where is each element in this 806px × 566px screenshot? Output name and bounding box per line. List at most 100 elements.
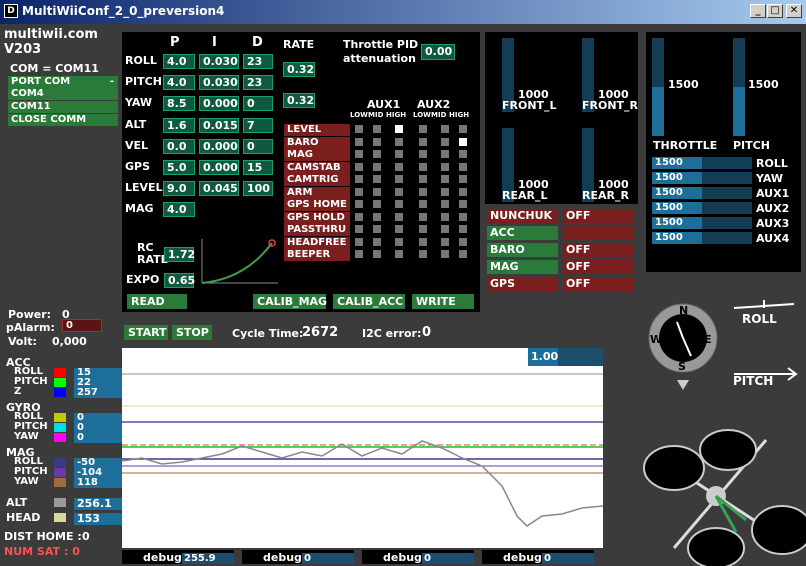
aux-checkbox[interactable] — [441, 175, 449, 183]
aux-checkbox[interactable] — [441, 125, 449, 133]
read-button[interactable]: READ — [127, 294, 187, 309]
aux-checkbox[interactable] — [355, 175, 363, 183]
aux-checkbox[interactable] — [355, 187, 363, 196]
aux-checkbox[interactable] — [419, 175, 427, 183]
aux-checkbox[interactable] — [441, 237, 449, 246]
aux-checkbox[interactable] — [373, 150, 381, 158]
aux-checkbox[interactable] — [395, 137, 403, 146]
port-com-button[interactable]: PORT COM - — [8, 76, 118, 88]
pid-d-input[interactable]: 100 — [243, 181, 273, 197]
rate-input-yaw[interactable]: 0.32 — [283, 93, 315, 108]
aux-checkbox[interactable] — [419, 150, 427, 158]
pid-p-input[interactable]: 4.0 — [163, 202, 195, 218]
aux-checkbox[interactable] — [395, 150, 403, 158]
aux-checkbox[interactable] — [419, 237, 427, 246]
calib-mag-button[interactable]: CALIB_MAG — [253, 294, 327, 309]
pid-i-input[interactable]: 0.030 — [199, 75, 239, 91]
aux-checkbox[interactable] — [419, 225, 427, 233]
maximize-button[interactable]: □ — [767, 4, 783, 18]
aux-checkbox[interactable] — [441, 225, 449, 233]
close-button[interactable]: ✕ — [786, 4, 802, 18]
aux-checkbox[interactable] — [441, 137, 449, 146]
aux-checkbox[interactable] — [373, 200, 381, 208]
aux-checkbox[interactable] — [459, 125, 467, 133]
aux-checkbox[interactable] — [459, 175, 467, 183]
aux-checkbox[interactable] — [355, 237, 363, 246]
pid-d-input[interactable]: 0 — [243, 96, 273, 112]
pid-d-input[interactable]: 7 — [243, 117, 273, 133]
aux-checkbox[interactable] — [395, 187, 403, 196]
pid-p-input[interactable]: 9.0 — [163, 181, 195, 197]
aux-checkbox[interactable] — [355, 212, 363, 221]
sensor-swatch[interactable] — [54, 478, 66, 487]
aux-checkbox[interactable] — [441, 200, 449, 208]
pid-i-input[interactable]: 0.000 — [199, 138, 239, 154]
aux-checkbox[interactable] — [395, 200, 403, 208]
minimize-button[interactable]: _ — [750, 4, 766, 18]
aux-checkbox[interactable] — [419, 212, 427, 221]
throttle-pid-input[interactable]: 0.00 — [421, 44, 455, 60]
aux-checkbox[interactable] — [395, 162, 403, 171]
com-port-item[interactable]: COM11 — [8, 101, 118, 113]
sensor-swatch[interactable] — [54, 388, 66, 397]
aux-checkbox[interactable] — [459, 162, 467, 171]
aux-checkbox[interactable] — [373, 225, 381, 233]
close-comm-button[interactable]: CLOSE COMM — [8, 114, 118, 126]
pid-d-input[interactable]: 23 — [243, 75, 273, 91]
write-button[interactable]: WRITE — [412, 294, 474, 309]
aux-checkbox[interactable] — [373, 187, 381, 196]
rate-input-roll-pitch[interactable]: 0.32 — [283, 62, 315, 77]
aux-checkbox[interactable] — [441, 162, 449, 171]
aux-checkbox[interactable] — [395, 175, 403, 183]
aux-checkbox[interactable] — [355, 162, 363, 171]
sensor-swatch[interactable] — [54, 468, 66, 477]
pid-i-input[interactable]: 0.030 — [199, 54, 239, 69]
aux-checkbox[interactable] — [395, 212, 403, 221]
aux-checkbox[interactable] — [373, 125, 381, 133]
pid-p-input[interactable]: 1.6 — [163, 117, 195, 133]
aux-checkbox[interactable] — [373, 137, 381, 146]
pid-d-input[interactable]: 15 — [243, 160, 273, 175]
pid-p-input[interactable]: 8.5 — [163, 96, 195, 112]
aux-checkbox[interactable] — [355, 250, 363, 258]
aux-checkbox[interactable] — [373, 237, 381, 246]
aux-checkbox[interactable] — [395, 250, 403, 258]
stop-button[interactable]: STOP — [172, 325, 212, 340]
sensor-swatch[interactable] — [54, 368, 66, 377]
aux-checkbox[interactable] — [355, 150, 363, 158]
aux-checkbox[interactable] — [373, 250, 381, 258]
pid-d-input[interactable]: 23 — [243, 54, 273, 69]
pid-i-input[interactable]: 0.000 — [199, 96, 239, 112]
aux-checkbox[interactable] — [355, 225, 363, 233]
pid-d-input[interactable]: 0 — [243, 138, 273, 154]
aux-checkbox[interactable] — [419, 200, 427, 208]
graph-scale-box[interactable]: 1.00 — [528, 348, 603, 366]
com-port-item[interactable]: COM4 — [8, 88, 118, 100]
pid-p-input[interactable]: 4.0 — [163, 75, 195, 91]
aux-checkbox[interactable] — [355, 200, 363, 208]
aux-checkbox[interactable] — [419, 187, 427, 196]
start-button[interactable]: START — [124, 325, 168, 340]
aux-checkbox[interactable] — [419, 125, 427, 133]
aux-checkbox[interactable] — [373, 175, 381, 183]
sensor-swatch[interactable] — [54, 413, 66, 422]
calib-acc-button[interactable]: CALIB_ACC — [333, 294, 405, 309]
head-swatch[interactable] — [54, 513, 66, 522]
expo-input[interactable]: 0.65 — [164, 273, 195, 288]
aux-checkbox[interactable] — [459, 137, 467, 146]
palarm-input[interactable]: 0 — [62, 319, 102, 332]
aux-checkbox[interactable] — [459, 187, 467, 196]
aux-checkbox[interactable] — [419, 250, 427, 258]
aux-checkbox[interactable] — [419, 137, 427, 146]
sensor-swatch[interactable] — [54, 423, 66, 432]
rc-rate-input[interactable]: 1.72 — [164, 247, 195, 262]
pid-i-input[interactable]: 0.015 — [199, 117, 239, 133]
aux-checkbox[interactable] — [459, 212, 467, 221]
aux-checkbox[interactable] — [355, 137, 363, 146]
pid-p-input[interactable]: 4.0 — [163, 54, 195, 69]
aux-checkbox[interactable] — [355, 125, 363, 133]
aux-checkbox[interactable] — [373, 212, 381, 221]
aux-checkbox[interactable] — [459, 237, 467, 246]
aux-checkbox[interactable] — [441, 150, 449, 158]
alt-swatch[interactable] — [54, 498, 66, 507]
